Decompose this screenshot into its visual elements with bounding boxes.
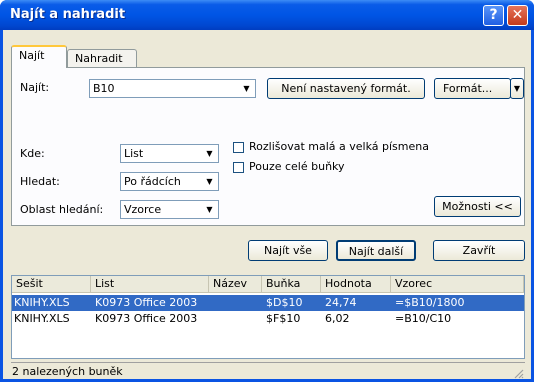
column-header-workbook[interactable]: Sešit — [12, 276, 91, 292]
match-case-checkbox[interactable] — [233, 142, 244, 153]
within-value: List — [124, 147, 144, 160]
dialog-client-area: Najít Nahradit Najít: B10 ▼ Není nastave… — [3, 30, 531, 379]
tab-find[interactable]: Najít — [11, 45, 67, 68]
column-header-sheet[interactable]: List — [91, 276, 209, 292]
find-what-value: B10 — [93, 82, 115, 95]
chevron-down-icon[interactable]: ▼ — [202, 174, 217, 189]
find-what-combo[interactable]: B10 ▼ — [89, 79, 256, 98]
cell-formula: =$B10/1800 — [395, 296, 465, 309]
format-dropdown-button[interactable]: ▼ — [510, 78, 524, 99]
chevron-down-icon[interactable]: ▼ — [202, 202, 217, 217]
within-label: Kde: — [20, 147, 45, 160]
find-tab-panel: Najít: B10 ▼ Není nastavený formát. Form… — [11, 67, 525, 226]
dialog-title: Najít a nahradit — [10, 7, 126, 22]
find-label: Najít: — [20, 81, 50, 94]
options-toggle-button[interactable]: Možnosti << — [434, 196, 521, 217]
chevron-down-icon[interactable]: ▼ — [202, 146, 217, 161]
cell-sheet: K0973 Office 2003 — [95, 296, 198, 309]
match-case-label: Rozlišovat malá a velká písmena — [249, 140, 429, 153]
lookin-label: Oblast hledání: — [20, 203, 104, 216]
status-text: 2 nalezených buněk — [12, 365, 123, 378]
cell-address: $D$10 — [266, 296, 303, 309]
cell-value: 24,74 — [325, 296, 357, 309]
find-next-button[interactable]: Najít další — [336, 240, 416, 261]
tab-replace[interactable]: Nahradit — [67, 49, 137, 67]
search-order-value: Po řádcích — [124, 175, 181, 188]
results-header: Sešit List Název Buňka Hodnota Vzorec — [12, 276, 524, 293]
lookin-select[interactable]: Vzorce ▼ — [120, 200, 219, 219]
column-header-formula[interactable]: Vzorec — [391, 276, 524, 292]
close-window-button[interactable]: ✕ — [507, 5, 528, 26]
format-button[interactable]: Formát... — [434, 78, 511, 99]
cell-value: 6,02 — [325, 312, 350, 325]
format-status-button[interactable]: Není nastavený formát. — [267, 78, 425, 99]
cell-workbook: KNIHY.XLS — [14, 312, 70, 325]
entire-cell-label: Pouze celé buňky — [249, 160, 345, 173]
tab-find-label: Najít — [19, 49, 45, 62]
title-bar[interactable]: Najít a nahradit ? ✕ — [0, 0, 534, 30]
cell-sheet: K0973 Office 2003 — [95, 312, 198, 325]
tab-replace-label: Nahradit — [75, 52, 123, 65]
column-header-value[interactable]: Hodnota — [321, 276, 391, 292]
cell-workbook: KNIHY.XLS — [14, 296, 70, 309]
search-order-select[interactable]: Po řádcích ▼ — [120, 172, 219, 191]
column-header-cell[interactable]: Buňka — [262, 276, 321, 292]
results-list[interactable]: Sešit List Název Buňka Hodnota Vzorec KN… — [11, 275, 525, 359]
help-button[interactable]: ? — [483, 5, 504, 26]
search-label: Hledat: — [20, 175, 60, 188]
column-header-name[interactable]: Název — [209, 276, 262, 292]
entire-cell-checkbox[interactable] — [233, 162, 244, 173]
lookin-value: Vzorce — [124, 203, 162, 216]
find-all-button[interactable]: Najít vše — [248, 240, 328, 261]
table-row[interactable]: KNIHY.XLS K0973 Office 2003 $D$10 24,74 … — [12, 295, 524, 311]
chevron-down-icon: ▼ — [513, 84, 521, 93]
table-row[interactable]: KNIHY.XLS K0973 Office 2003 $F$10 6,02 =… — [12, 311, 524, 327]
cell-formula: =B10/C10 — [395, 312, 452, 325]
format-button-label: Formát... — [443, 82, 493, 95]
find-replace-dialog: Najít a nahradit ? ✕ Najít Nahradit Nají… — [0, 0, 534, 382]
cell-address: $F$10 — [266, 312, 301, 325]
chevron-down-icon[interactable]: ▼ — [239, 81, 254, 96]
within-select[interactable]: List ▼ — [120, 144, 219, 163]
resize-grip-icon[interactable] — [512, 367, 524, 379]
close-button[interactable]: Zavřít — [433, 240, 525, 261]
status-bar: 2 nalezených buněk — [11, 362, 525, 380]
